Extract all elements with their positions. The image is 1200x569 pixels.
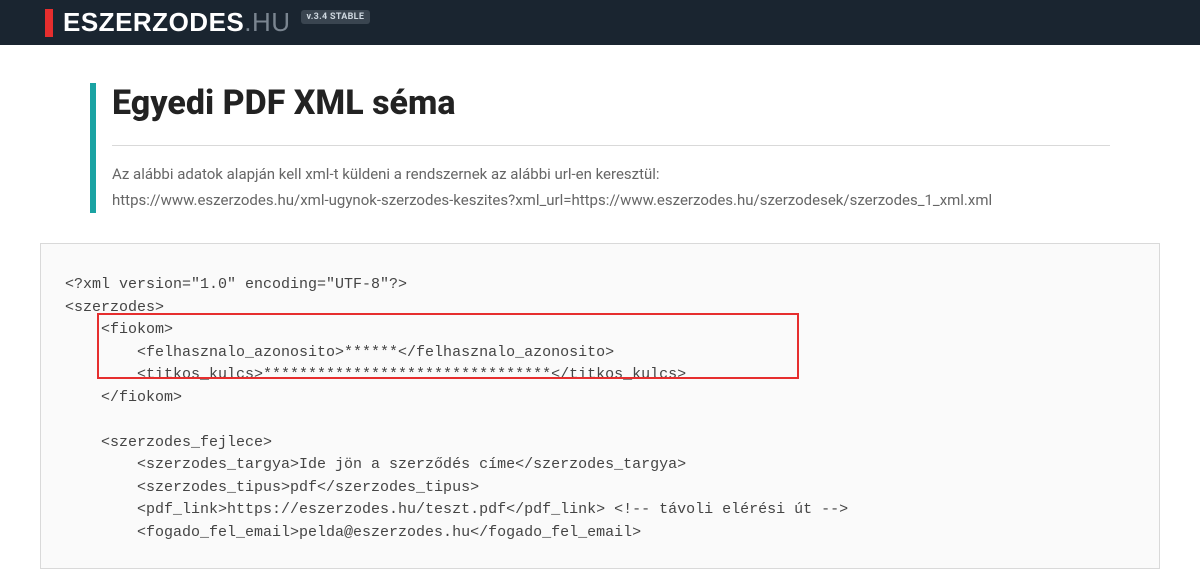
title-block: Egyedi PDF XML séma Az alábbi adatok ala…	[90, 83, 1110, 213]
logo-main: ESZERZODES	[63, 7, 244, 37]
code-line: <szerzodes_tipus>pdf</szerzodes_tipus>	[65, 479, 479, 496]
logo-text: ESZERZODES.HU	[63, 7, 291, 38]
xml-code: <?xml version="1.0" encoding="UTF-8"?> <…	[65, 274, 1135, 544]
logo-tld: .HU	[244, 7, 290, 37]
code-line: <felhasznalo_azonosito>******</felhaszna…	[65, 344, 614, 361]
code-line: <fiokom>	[65, 321, 173, 338]
code-line: <szerzodes_fejlece>	[65, 434, 272, 451]
code-line: <pdf_link>https://eszerzodes.hu/teszt.pd…	[65, 501, 848, 518]
intro-line-1: Az alábbi adatok alapján kell xml-t küld…	[112, 162, 1110, 188]
code-line: <szerzodes>	[65, 299, 164, 316]
logo-mark-icon	[45, 9, 53, 37]
code-line: <szerzodes_targya>Ide jön a szerződés cí…	[65, 456, 686, 473]
topbar: ESZERZODES.HU v.3.4 STABLE	[0, 0, 1200, 45]
divider	[112, 145, 1110, 146]
code-line: </fiokom>	[65, 389, 182, 406]
intro-text: Az alábbi adatok alapján kell xml-t küld…	[112, 162, 1110, 213]
version-badge: v.3.4 STABLE	[301, 10, 371, 24]
code-line: <titkos_kulcs>**************************…	[65, 366, 686, 383]
logo[interactable]: ESZERZODES.HU v.3.4 STABLE	[45, 7, 370, 38]
code-line: <fogado_fel_email>pelda@eszerzodes.hu</f…	[65, 524, 641, 541]
page-title: Egyedi PDF XML séma	[112, 83, 1110, 123]
content: Egyedi PDF XML séma Az alábbi adatok ala…	[0, 45, 1200, 569]
code-line: <?xml version="1.0" encoding="UTF-8"?>	[65, 276, 407, 293]
code-block: <?xml version="1.0" encoding="UTF-8"?> <…	[40, 243, 1160, 569]
intro-line-2: https://www.eszerzodes.hu/xml-ugynok-sze…	[112, 188, 1110, 214]
